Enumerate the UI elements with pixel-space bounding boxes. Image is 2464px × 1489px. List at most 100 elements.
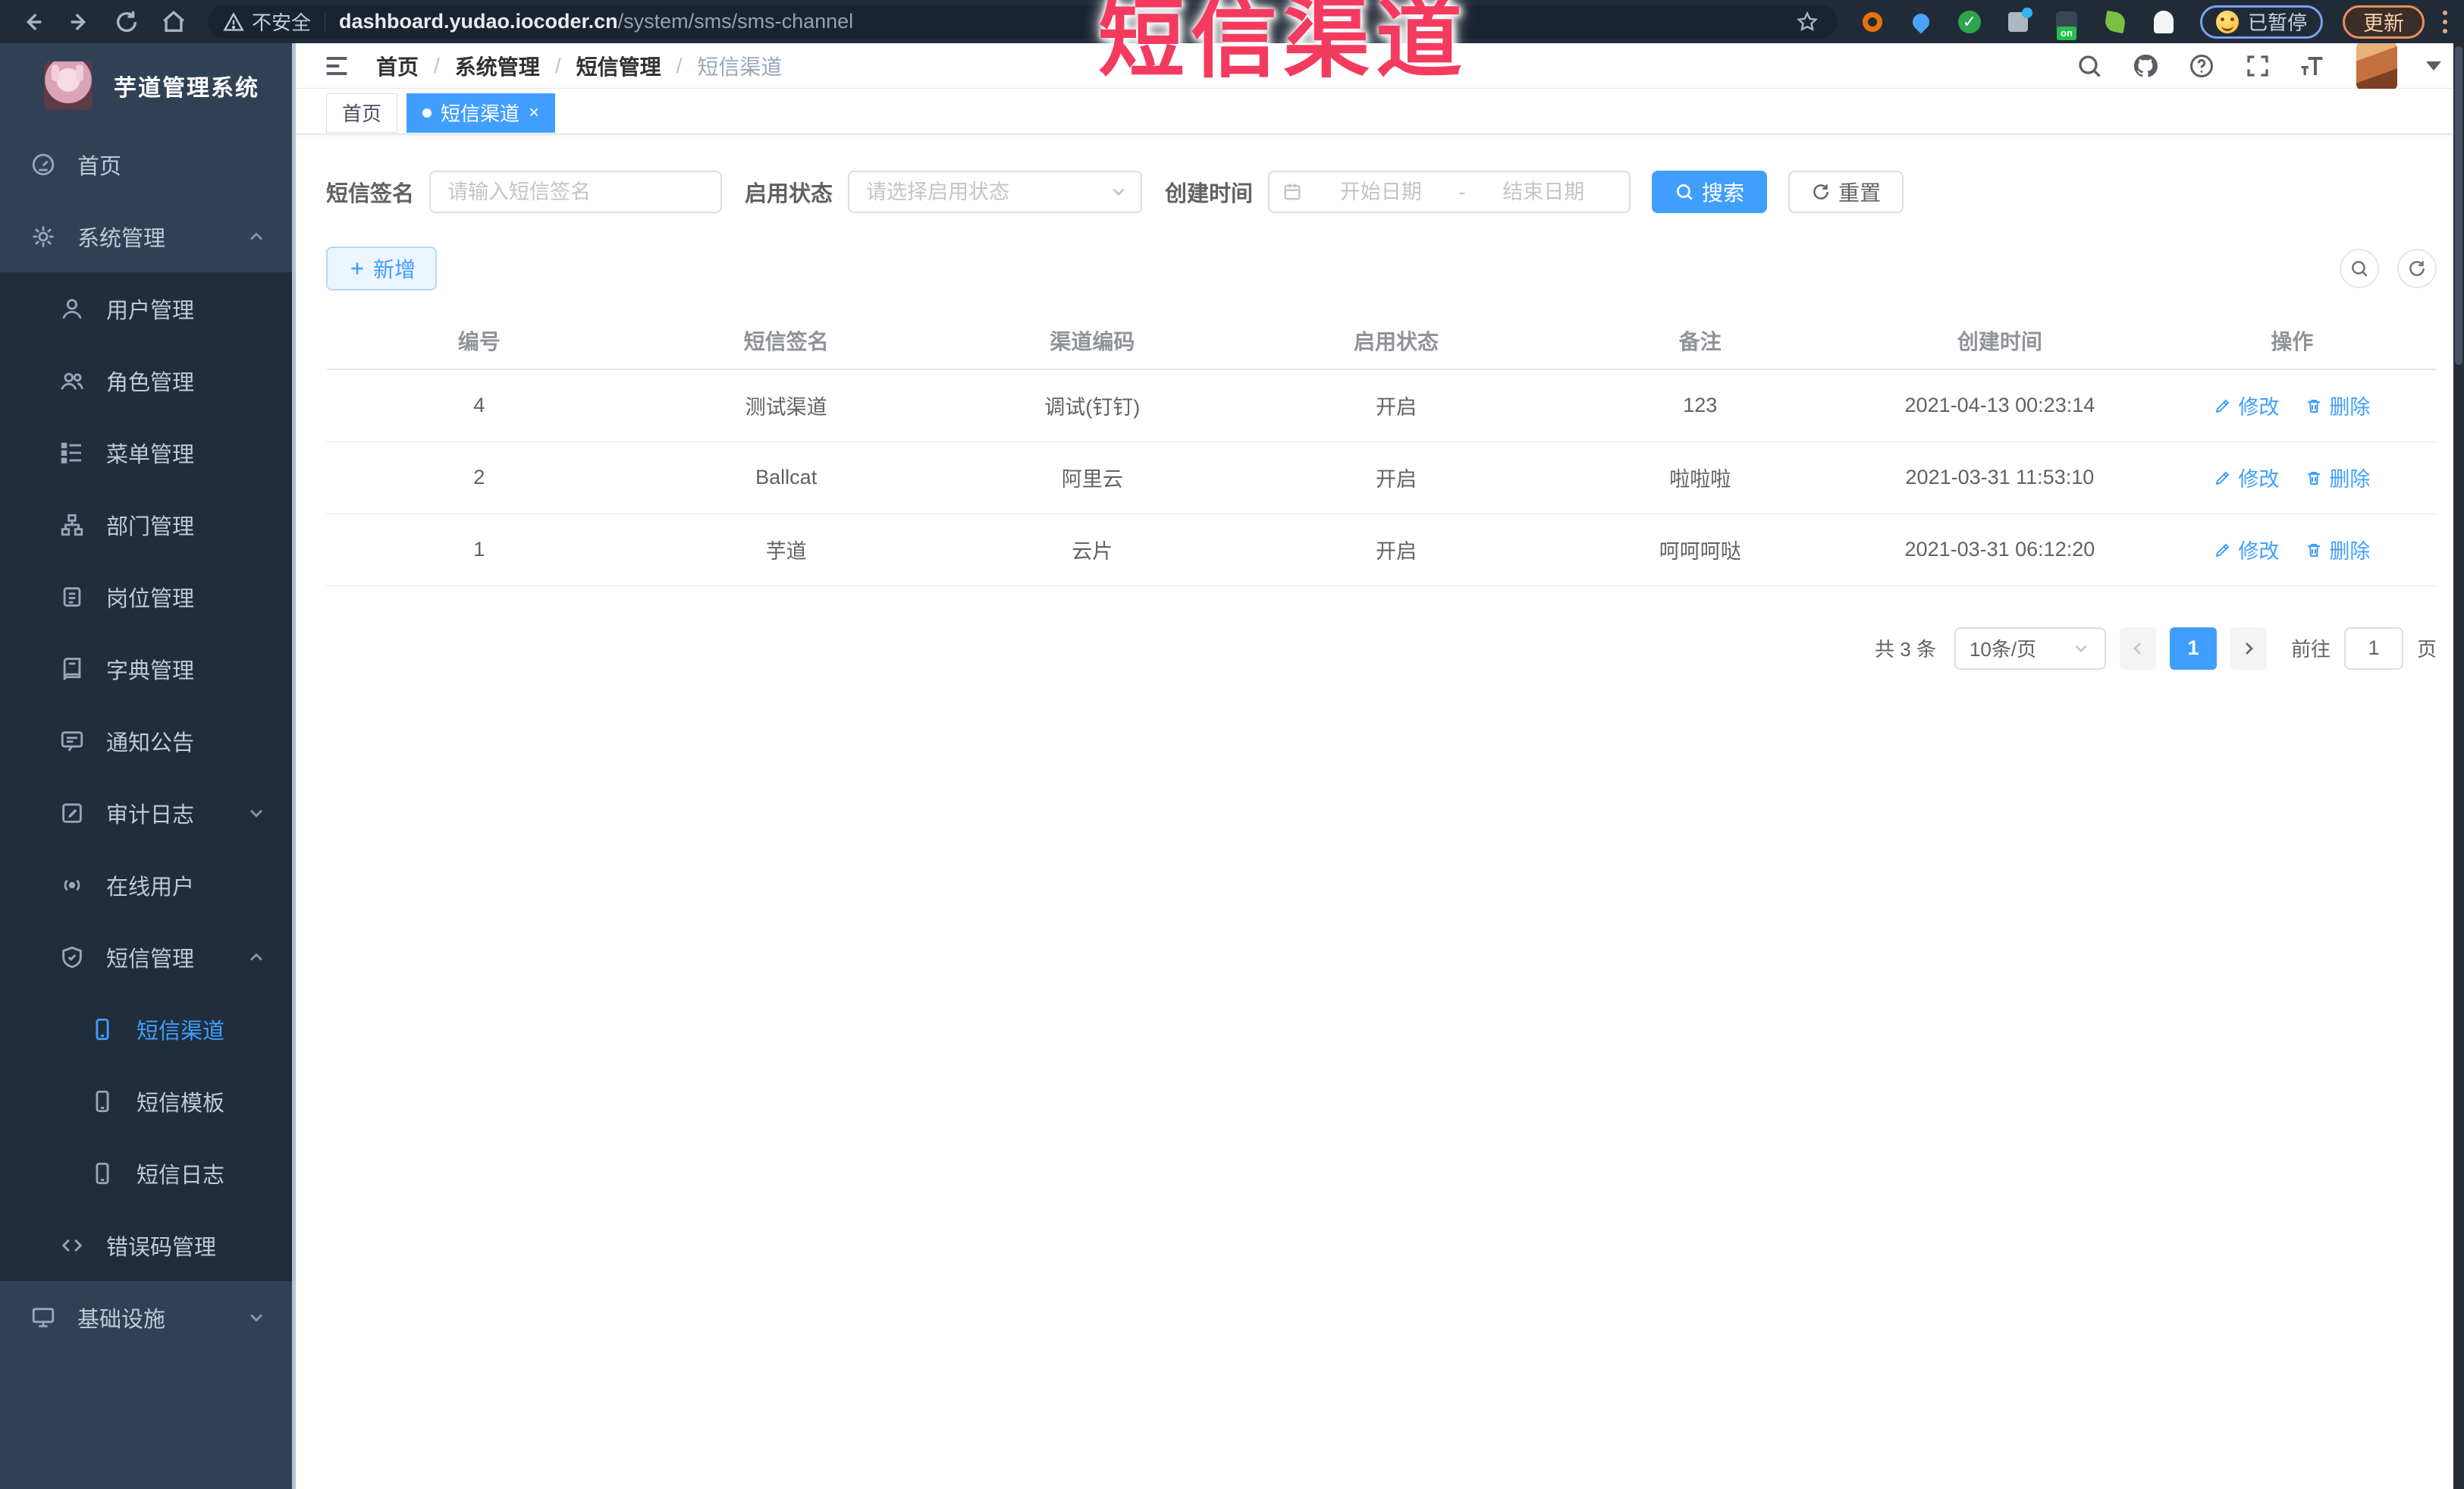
cell-remark: 啦啦啦 <box>1548 441 1853 514</box>
browser-home-icon[interactable] <box>153 5 194 39</box>
site-security-warning[interactable]: 不安全 <box>223 8 311 36</box>
extension-on-badge-icon[interactable]: on <box>2052 8 2081 40</box>
delete-link[interactable]: 删除 <box>2305 463 2370 492</box>
header-search-icon[interactable] <box>2076 52 2103 80</box>
extension-check-icon[interactable]: ✓ <box>1955 8 1984 36</box>
prev-page-button[interactable] <box>2119 627 2156 670</box>
sidebar-item-sms-mgmt[interactable]: 短信管理 <box>0 921 296 993</box>
sidebar-item-system-mgmt[interactable]: 系统管理 <box>0 200 296 272</box>
sign-input[interactable] <box>429 171 723 213</box>
url-text[interactable]: dashboard.yudao.iocoder.cn/system/sms/sm… <box>339 10 853 33</box>
tab-label: 短信渠道 <box>441 102 520 125</box>
toggle-search-button[interactable] <box>2340 249 2379 288</box>
browser-update-button[interactable]: 更新 <box>2343 5 2425 39</box>
sidebar-item-audit-log[interactable]: 审计日志 <box>0 777 296 849</box>
trash-icon <box>2308 399 2321 413</box>
extension-ghost-icon[interactable] <box>2149 8 2178 36</box>
user-avatar[interactable] <box>2356 41 2397 90</box>
tab-label: 首页 <box>342 102 382 125</box>
phone-icon <box>89 1016 115 1042</box>
add-button[interactable]: 新增 <box>326 247 438 291</box>
sidebar-item-dept-mgmt[interactable]: 部门管理 <box>0 488 296 561</box>
sidebar-item-dict-mgmt[interactable]: 字典管理 <box>0 633 296 705</box>
goto-page-input[interactable] <box>2343 627 2403 670</box>
refresh-icon <box>2409 261 2425 276</box>
cell-created: 2021-03-31 11:53:10 <box>1852 441 2148 514</box>
cell-code: 阿里云 <box>940 441 1245 514</box>
breadcrumb-home[interactable]: 首页 <box>376 51 419 81</box>
date-range-picker[interactable]: - <box>1268 171 1631 213</box>
sidebar-item-post-mgmt[interactable]: 岗位管理 <box>0 561 296 633</box>
sidebar-item-online-users[interactable]: 在线用户 <box>0 849 296 921</box>
cell-sign: 测试渠道 <box>632 369 940 442</box>
chevron-down-icon <box>1109 182 1128 202</box>
edit-link[interactable]: 修改 <box>2214 535 2279 564</box>
page-number-button[interactable]: 1 <box>2169 627 2217 670</box>
cell-id: 2 <box>326 441 632 514</box>
github-icon[interactable] <box>2132 52 2159 80</box>
url-host: dashboard.yudao.iocoder.cn <box>339 10 618 33</box>
page-size-select[interactable]: 10条/页 <box>1954 627 2106 670</box>
fullscreen-icon[interactable] <box>2244 52 2271 80</box>
next-page-button[interactable] <box>2230 627 2267 670</box>
range-separator: - <box>1458 180 1466 203</box>
reset-button[interactable]: 重置 <box>1788 171 1904 213</box>
help-icon[interactable] <box>2188 52 2215 80</box>
tab-home[interactable]: 首页 <box>326 93 398 133</box>
cell-remark: 123 <box>1548 369 1853 442</box>
sidebar-item-error-code-mgmt[interactable]: 错误码管理 <box>0 1209 296 1281</box>
sidebar-item-home[interactable]: 首页 <box>0 128 296 200</box>
table-header-row: 编号 短信签名 渠道编码 启用状态 备注 创建时间 操作 <box>326 312 2437 370</box>
cell-code: 调试(钉钉) <box>940 369 1245 442</box>
sidebar-item-menu-mgmt[interactable]: 菜单管理 <box>0 416 296 488</box>
browser-menu-kebab-icon[interactable] <box>2443 10 2447 33</box>
app-logo[interactable]: 芋道管理系统 <box>0 43 296 128</box>
delete-link[interactable]: 删除 <box>2305 535 2370 564</box>
browser-forward-icon[interactable] <box>59 5 100 39</box>
active-dot-icon <box>422 108 432 118</box>
chevron-down-icon <box>2071 639 2091 658</box>
sidebar-item-user-mgmt[interactable]: 用户管理 <box>0 272 296 344</box>
sidebar-item-notice[interactable]: 通知公告 <box>0 705 296 777</box>
extension-sprout-icon[interactable] <box>2101 8 2130 36</box>
sidebar-item-infrastructure[interactable]: 基础设施 <box>0 1281 296 1353</box>
status-select-input[interactable] <box>848 171 1143 213</box>
tab-sms-channel[interactable]: 短信渠道 × <box>406 93 556 133</box>
browser-back-icon[interactable] <box>12 5 53 39</box>
status-select[interactable] <box>848 171 1143 213</box>
scrollbar-thumb[interactable] <box>2455 46 2462 365</box>
close-icon[interactable]: × <box>529 103 539 122</box>
sidebar-item-sms-channel[interactable]: 短信渠道 <box>0 993 296 1065</box>
app-title: 芋道管理系统 <box>114 76 259 101</box>
browser-reload-icon[interactable] <box>106 5 147 39</box>
start-date-input[interactable] <box>1307 180 1455 204</box>
edit-link[interactable]: 修改 <box>2214 463 2279 492</box>
caret-down-icon[interactable] <box>2426 61 2441 71</box>
cell-code: 云片 <box>940 514 1245 586</box>
search-icon <box>1677 184 1693 200</box>
hamburger-icon[interactable] <box>322 51 352 81</box>
delete-link[interactable]: 删除 <box>2305 391 2370 420</box>
breadcrumb-system[interactable]: 系统管理 <box>455 51 540 81</box>
chevron-down-icon <box>246 1307 267 1328</box>
end-date-input[interactable] <box>1470 180 1618 204</box>
app-navbar: 首页 / 系统管理 / 短信管理 / 短信渠道 <box>296 41 2464 90</box>
edit-link[interactable]: 修改 <box>2214 391 2279 420</box>
edit-pencil-icon <box>2215 399 2230 413</box>
extension-stats-icon[interactable] <box>2004 7 2032 36</box>
sidebar-item-role-mgmt[interactable]: 角色管理 <box>0 344 296 416</box>
search-button[interactable]: 搜索 <box>1652 171 1768 213</box>
sidebar-item-sms-log[interactable]: 短信日志 <box>0 1137 296 1209</box>
extension-orange-ring-icon[interactable] <box>1858 8 1887 36</box>
font-size-icon[interactable] <box>2300 52 2327 80</box>
pagination-total: 共 3 条 <box>1875 638 1936 661</box>
refresh-icon <box>1813 184 1828 199</box>
profile-paused-badge[interactable]: 已暂停 <box>2199 5 2323 39</box>
breadcrumb-sms[interactable]: 短信管理 <box>576 51 661 81</box>
sidebar-item-sms-template[interactable]: 短信模板 <box>0 1065 296 1137</box>
refresh-table-button[interactable] <box>2397 249 2437 288</box>
window-scrollbar[interactable] <box>2453 43 2464 1489</box>
address-bar[interactable]: 不安全 dashboard.yudao.iocoder.cn/system/sm… <box>208 5 1838 39</box>
extension-pin-icon[interactable] <box>1907 8 1935 36</box>
bookmark-star-icon[interactable] <box>1792 5 1822 39</box>
